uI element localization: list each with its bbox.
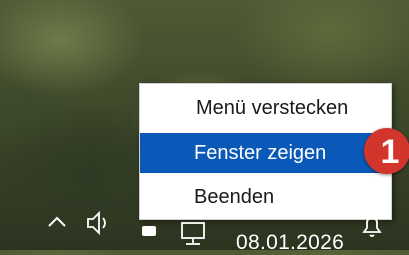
menu-item-hide-menu[interactable]: Menü verstecken: [140, 88, 391, 128]
menu-item-show-window[interactable]: Fenster zeigen: [140, 133, 391, 173]
menu-item-label: Fenster zeigen: [194, 141, 327, 164]
network-icon[interactable]: [179, 220, 209, 248]
taskbar-tray: 08.01.2026: [0, 204, 409, 254]
taskbar-date[interactable]: 08.01.2026: [236, 231, 344, 255]
speaker-icon[interactable]: [84, 208, 114, 238]
step-number-badge: 1: [364, 128, 409, 174]
notification-icon[interactable]: [360, 214, 384, 240]
step-number: 1: [380, 132, 400, 171]
tray-context-menu: Menü verstecken Fenster zeigen Beenden: [139, 83, 392, 220]
chevron-up-icon[interactable]: [44, 210, 70, 236]
app-tray-icon[interactable]: [142, 226, 156, 236]
menu-item-label: Menü verstecken: [196, 96, 349, 119]
